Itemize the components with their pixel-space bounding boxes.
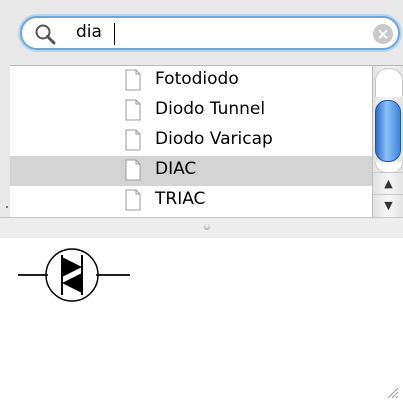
vertical-scrollbar[interactable]: ▲ ▼ <box>372 66 403 218</box>
scroll-track[interactable] <box>375 68 403 97</box>
scroll-up-button[interactable]: ▲ <box>373 172 403 195</box>
splitter-handle-icon[interactable] <box>204 224 210 230</box>
search-field[interactable]: dia × <box>20 16 400 50</box>
list-item-selected[interactable]: DIAC <box>10 156 372 186</box>
document-icon <box>125 159 141 181</box>
document-icon <box>125 129 141 151</box>
document-icon <box>125 99 141 121</box>
resize-grip-icon[interactable] <box>385 385 399 399</box>
symbol-preview-pane <box>0 238 403 403</box>
scroll-down-button[interactable]: ▼ <box>373 194 403 217</box>
text-caret <box>114 23 115 45</box>
list-item-label: Fotodiodo <box>155 69 239 89</box>
results-list: Fotodiodo Diodo Tunnel Diodo Varicap DIA… <box>10 65 403 218</box>
divider-mark <box>6 206 8 208</box>
list-item[interactable]: Diodo Varicap <box>10 126 372 156</box>
list-item[interactable]: Diodo Tunnel <box>10 96 372 126</box>
magnifier-icon <box>35 24 56 45</box>
list-item-label: TRIAC <box>155 189 206 209</box>
list-item-label: DIAC <box>155 159 197 179</box>
list-item[interactable]: TRIAC <box>10 186 372 216</box>
scroll-thumb[interactable] <box>375 100 401 162</box>
search-input[interactable]: dia <box>76 22 102 42</box>
diac-symbol-icon <box>18 248 130 302</box>
clear-search-icon[interactable]: × <box>373 24 393 44</box>
document-icon <box>125 69 141 91</box>
search-bar: dia × <box>0 0 403 66</box>
list-item-label: Diodo Tunnel <box>155 99 266 119</box>
list-item-label: Diodo Varicap <box>155 129 273 149</box>
list-item[interactable]: Fotodiodo <box>10 66 372 96</box>
split-view-divider[interactable] <box>0 217 403 239</box>
document-icon <box>125 189 141 211</box>
